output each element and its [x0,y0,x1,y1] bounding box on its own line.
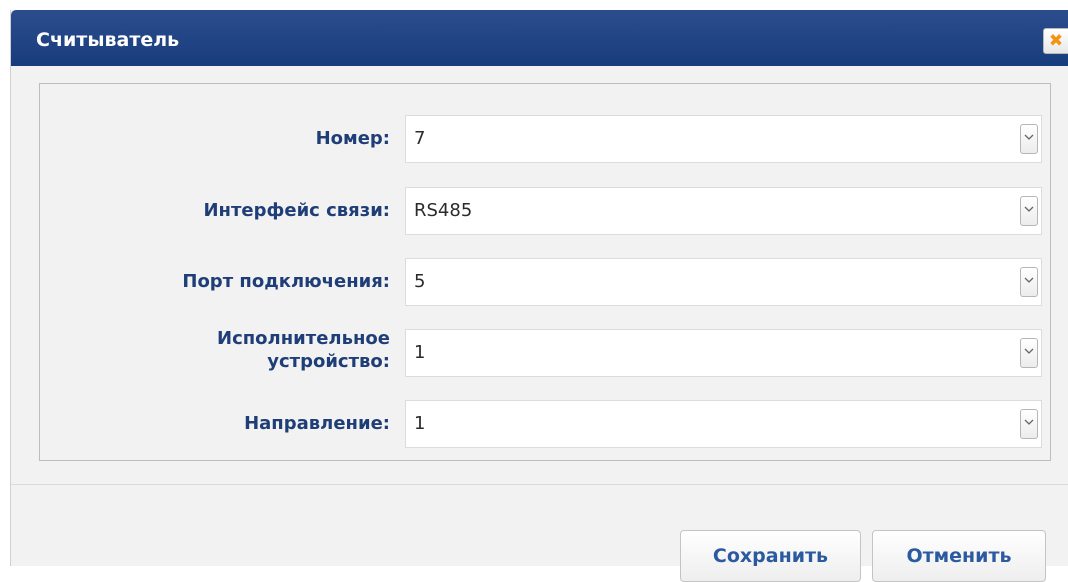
close-icon: ✖ [1048,31,1064,51]
direction-select[interactable]: 1 [405,400,1042,448]
direction-label: Направление: [244,413,390,434]
interface-select[interactable]: RS485 [405,187,1042,235]
chevron-down-icon[interactable] [1020,267,1038,297]
actuator-label-line1: Исполнительное [217,328,390,349]
close-button[interactable]: ✖ [1043,28,1068,54]
form-panel: Номер: 7 Интерфейс связи: RS485 Порт под… [39,83,1051,461]
dialog-titlebar: Считыватель ✖ [11,10,1068,66]
port-value: 5 [414,271,426,292]
footer-separator [11,484,1068,485]
interface-value: RS485 [414,200,473,221]
actuator-value: 1 [414,342,426,363]
actuator-label-line2: устройство: [267,351,390,372]
cancel-button[interactable]: Отменить [872,530,1046,582]
chevron-down-icon[interactable] [1020,338,1038,368]
direction-value: 1 [414,413,426,434]
actuator-label: Исполнительное устройство: [90,327,390,373]
port-label: Порт подключения: [182,271,390,292]
number-label: Номер: [315,128,390,149]
interface-label: Интерфейс связи: [203,200,390,221]
dialog-title: Считыватель [36,29,180,51]
number-select[interactable]: 7 [405,115,1042,163]
save-button[interactable]: Сохранить [680,530,861,582]
chevron-down-icon[interactable] [1020,409,1038,439]
number-value: 7 [414,128,426,149]
port-select[interactable]: 5 [405,258,1042,306]
actuator-select[interactable]: 1 [405,329,1042,377]
reader-dialog: Считыватель ✖ Номер: 7 Интерфейс связи: … [10,10,1068,582]
chevron-down-icon[interactable] [1020,124,1038,154]
chevron-down-icon[interactable] [1020,196,1038,226]
